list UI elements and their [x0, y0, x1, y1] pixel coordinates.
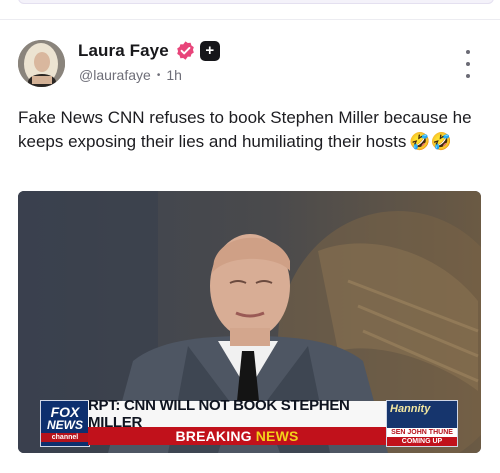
show-status: COMING UP [387, 437, 457, 446]
fox-news-logo: FOX NEWS channel [40, 400, 90, 447]
breaking-accent: NEWS [255, 428, 299, 444]
logo-text-news: NEWS [47, 418, 83, 432]
logo-text-channel: channel [41, 433, 89, 442]
plus-badge-icon: + [199, 40, 220, 61]
post-video-thumbnail[interactable]: FOX NEWS channel RPT: CNN WILL NOT BOOK … [18, 191, 481, 453]
previous-post-card [18, 0, 494, 4]
author-handle[interactable]: @laurafaye [79, 67, 151, 83]
author-avatar[interactable] [18, 40, 65, 87]
post-timestamp: 1h [166, 67, 182, 83]
breaking-label: BREAKING [175, 428, 252, 444]
show-promo-box: Hannity SEN JOHN THUNE COMING UP [386, 400, 458, 447]
post-text: Fake News CNN refuses to book Stephen Mi… [18, 108, 472, 151]
meta-separator: • [156, 69, 161, 81]
logo-text-fox: FOX [50, 404, 80, 420]
more-vertical-icon[interactable] [458, 50, 478, 78]
show-guest: SEN JOHN THUNE [387, 428, 457, 437]
post-body: Fake News CNN refuses to book Stephen Mi… [18, 106, 488, 154]
feed-divider [0, 19, 500, 20]
post-emoji: 🤣🤣 [409, 132, 452, 151]
author-name[interactable]: Laura Faye [78, 41, 169, 61]
chyron-headline: RPT: CNN WILL NOT BOOK STEPHEN MILLER [88, 397, 386, 431]
show-name: Hannity [390, 403, 431, 415]
breaking-news-bar: BREAKING NEWS [88, 427, 386, 445]
verified-badge-icon [175, 40, 196, 61]
